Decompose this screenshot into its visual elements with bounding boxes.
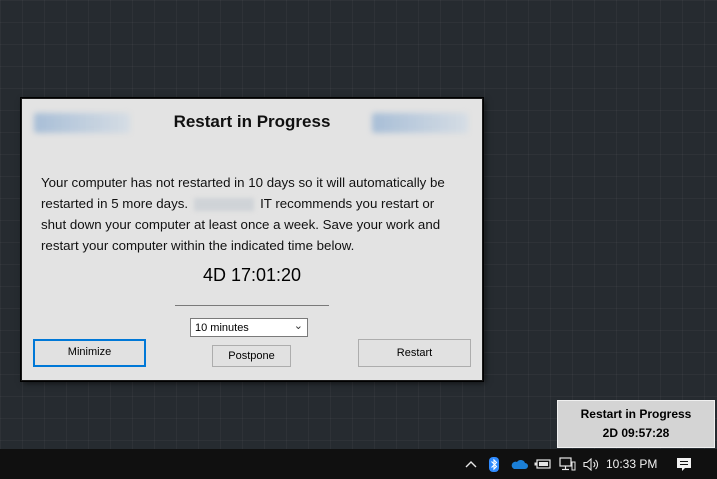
dialog-title: Restart in Progress — [173, 112, 331, 131]
bluetooth-icon[interactable] — [486, 449, 502, 479]
onedrive-cloud-icon[interactable] — [508, 449, 530, 479]
chevron-up-icon[interactable] — [462, 449, 480, 479]
postpone-duration-select[interactable]: 10 minutes ⌄ — [190, 318, 308, 337]
battery-icon[interactable] — [533, 449, 553, 479]
minimize-button[interactable]: Minimize — [33, 339, 146, 367]
taskbar: 10:33 PM — [0, 449, 717, 479]
restart-toast[interactable]: Restart in Progress 2D 09:57:28 — [557, 400, 715, 448]
redacted-company-name — [194, 197, 255, 211]
restart-countdown: 4D 17:01:20 — [202, 265, 302, 285]
restart-button[interactable]: Restart — [358, 339, 471, 367]
postpone-button[interactable]: Postpone — [212, 345, 291, 367]
chevron-down-icon: ⌄ — [293, 320, 303, 332]
divider — [175, 305, 329, 306]
network-icon[interactable] — [557, 449, 577, 479]
notification-icon[interactable] — [673, 449, 695, 479]
toast-title: Restart in Progress — [580, 407, 692, 421]
restart-message: Your computer has not restarted in 10 da… — [41, 172, 461, 256]
restart-dialog: Restart in Progress Your computer has no… — [21, 98, 483, 381]
postpone-duration-value: 10 minutes — [195, 322, 249, 334]
volume-icon[interactable] — [581, 449, 601, 479]
toast-countdown: 2D 09:57:28 — [602, 426, 670, 440]
taskbar-clock[interactable]: 10:33 PM — [606, 449, 657, 479]
